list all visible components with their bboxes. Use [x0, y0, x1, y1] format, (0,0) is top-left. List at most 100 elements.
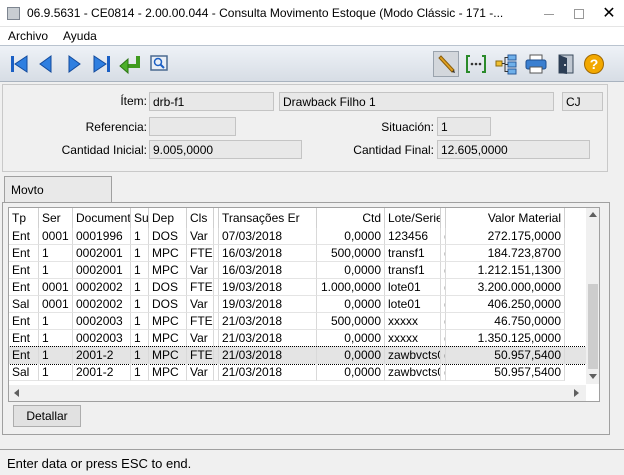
cell-ser: 1	[39, 313, 73, 330]
cell-lote-serie: 123456	[385, 228, 441, 245]
cell-lote-serie: zawbvcts0001	[385, 364, 441, 381]
app-icon	[7, 7, 20, 20]
first-record-button[interactable]	[6, 51, 32, 77]
cell-su: 1	[131, 313, 149, 330]
cell-su: 1	[131, 279, 149, 296]
scroll-right-icon[interactable]	[574, 389, 580, 397]
next-record-button[interactable]	[61, 51, 87, 77]
status-bar: Enter data or press ESC to end.	[0, 449, 624, 475]
cell-documento: 0002003	[73, 313, 131, 330]
table-row[interactable]: Ent 1 0002003 1 MPC FTE 21/03/2018 500,0000 xxxx…	[9, 313, 586, 330]
edit-button[interactable]	[433, 51, 459, 77]
cell-cls: FTE	[187, 279, 214, 296]
cell-tp: Ent	[9, 347, 39, 364]
vertical-scrollbar[interactable]	[586, 208, 599, 384]
scroll-down-icon[interactable]	[589, 374, 597, 380]
cell-tp: Ent	[9, 228, 39, 245]
horizontal-scrollbar[interactable]	[9, 385, 586, 401]
return-button[interactable]	[117, 51, 143, 77]
cell-tp: Sal	[9, 364, 39, 381]
cell-valor-material: 1.212.151,1300	[446, 262, 565, 279]
minimize-button[interactable]	[534, 0, 564, 27]
column-header-su[interactable]: Su	[131, 208, 149, 228]
column-header-ser[interactable]: Ser	[39, 208, 73, 228]
cell-transacoes: 07/03/2018	[219, 228, 317, 245]
menu-archivo[interactable]: Archivo	[8, 29, 48, 43]
item-code-field[interactable]: drb-f1	[149, 92, 274, 111]
column-header-cls[interactable]: Cls	[187, 208, 214, 228]
last-record-button[interactable]	[89, 51, 115, 77]
tab-movto[interactable]: Movto	[4, 176, 112, 203]
cell-documento: 2001-2	[73, 347, 131, 364]
previous-record-button[interactable]	[33, 51, 59, 77]
previous-record-icon	[39, 55, 52, 73]
help-icon: ?	[584, 54, 604, 74]
reference-field[interactable]	[149, 117, 236, 136]
zoom-button[interactable]	[146, 51, 172, 77]
item-unit-field[interactable]: CJ	[562, 92, 603, 111]
table-row[interactable]: Ent 0001 0002002 1 DOS FTE 19/03/2018 1.000,000…	[9, 279, 586, 296]
cell-dep: DOS	[149, 228, 187, 245]
cell-dep: MPC	[149, 347, 187, 364]
column-header-ctd[interactable]: Ctd	[317, 208, 385, 228]
table-row[interactable]: Ent 1 0002001 1 MPC FTE 16/03/2018 500,0000 tran…	[9, 245, 586, 262]
minimize-icon	[544, 13, 554, 15]
help-button[interactable]: ?	[581, 51, 607, 77]
next-record-icon	[68, 55, 81, 73]
cell-ser: 1	[39, 364, 73, 381]
cell-ser: 0001	[39, 296, 73, 313]
scroll-up-icon[interactable]	[589, 211, 597, 217]
column-header-lote-serie[interactable]: Lote/Serie	[385, 208, 441, 228]
movements-grid[interactable]: TpSerDocumentoSuDepClsITransações ErCtdL…	[8, 207, 600, 402]
cell-cls: FTE	[187, 245, 214, 262]
range-button[interactable]	[463, 51, 489, 77]
cell-ser: 0001	[39, 228, 73, 245]
menu-ayuda[interactable]: Ayuda	[63, 29, 97, 43]
maximize-button[interactable]	[564, 0, 594, 27]
column-header-tp[interactable]: Tp	[9, 208, 39, 228]
initial-quantity-field[interactable]: 9.005,0000	[149, 140, 302, 159]
print-button[interactable]	[523, 51, 549, 77]
scroll-left-icon[interactable]	[13, 389, 19, 397]
item-description-field[interactable]: Drawback Filho 1	[279, 92, 554, 111]
cell-transacoes: 16/03/2018	[219, 245, 317, 262]
cell-ctd: 0,0000	[317, 364, 385, 381]
cell-valor-material: 50.957,5400	[446, 364, 565, 381]
situation-field[interactable]: 1	[437, 117, 491, 136]
cell-cls: Var	[187, 296, 214, 313]
close-button[interactable]: ✕	[594, 0, 624, 27]
cell-documento: 0001996	[73, 228, 131, 245]
exit-button[interactable]	[553, 51, 579, 77]
cell-cls: Var	[187, 228, 214, 245]
cell-transacoes: 21/03/2018	[219, 313, 317, 330]
cell-ser: 1	[39, 330, 73, 347]
cell-dep: MPC	[149, 313, 187, 330]
cell-lote-serie: transf1	[385, 245, 441, 262]
help-label: ?	[590, 56, 599, 72]
cell-su: 1	[131, 228, 149, 245]
cell-cls: Var	[187, 330, 214, 347]
cell-valor-material: 184.723,8700	[446, 245, 565, 262]
hierarchy-button[interactable]	[493, 51, 519, 77]
cell-ctd: 0,0000	[317, 296, 385, 313]
column-header-documento[interactable]: Documento	[73, 208, 131, 228]
cell-cls: Var	[187, 262, 214, 279]
cell-ctd: 1.000,0000	[317, 279, 385, 296]
detail-button[interactable]: Detallar	[13, 405, 81, 427]
table-row[interactable]: Sal 1 2001-2 1 MPC Var 21/03/2018 0,0000 zawbvct…	[9, 364, 586, 381]
vertical-scroll-thumb[interactable]	[588, 284, 598, 369]
table-row[interactable]: Ent 1 0002001 1 MPC Var 16/03/2018 0,0000 transf…	[9, 262, 586, 279]
cell-dep: MPC	[149, 262, 187, 279]
table-row[interactable]: Sal 0001 0002002 1 DOS Var 19/03/2018 0,0000 lot…	[9, 296, 586, 313]
cell-ser: 1	[39, 347, 73, 364]
column-header-valor-material[interactable]: Valor Material	[446, 208, 565, 228]
column-header-dep[interactable]: Dep	[149, 208, 187, 228]
table-row[interactable]: Ent 1 2001-2 1 MPC FTE 21/03/2018 0,0000 zawbvct…	[9, 346, 587, 365]
cell-transacoes: 19/03/2018	[219, 296, 317, 313]
table-row[interactable]: Ent 0001 0001996 1 DOS Var 07/03/2018 0,0000 123…	[9, 228, 586, 245]
column-header-transacoes[interactable]: Transações Er	[219, 208, 317, 228]
cell-valor-material: 3.200.000,0000	[446, 279, 565, 296]
cell-tp: Ent	[9, 279, 39, 296]
final-quantity-field[interactable]: 12.605,0000	[437, 140, 590, 159]
table-row[interactable]: Ent100020031MPCVar21/03/20180,0000xxxxx(…	[9, 330, 586, 347]
